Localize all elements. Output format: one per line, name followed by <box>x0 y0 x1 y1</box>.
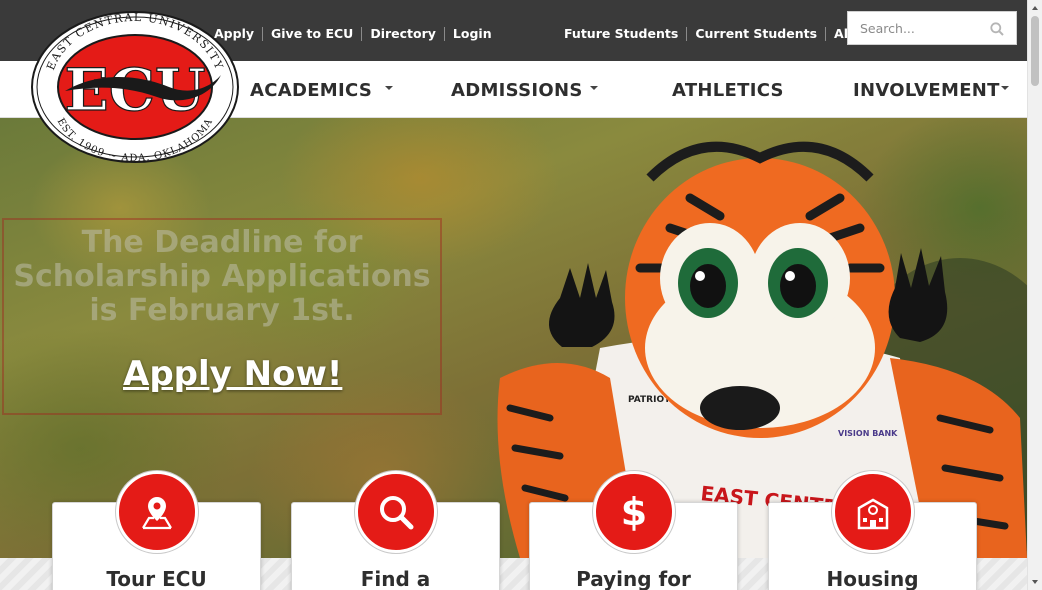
banner-line: The Deadline for <box>81 225 363 260</box>
card-housing[interactable]: Housing <box>768 471 977 590</box>
divider <box>686 26 688 41</box>
sponsor-text: VISION BANK <box>838 429 898 438</box>
chevron-down-icon[interactable] <box>590 86 598 90</box>
scholarship-deadline-banner: The Deadline for Scholarship Application… <box>0 226 444 328</box>
login-link[interactable]: Login <box>453 26 492 41</box>
page-scrollbar[interactable] <box>1027 0 1042 590</box>
card-label: Tour ECU <box>106 567 207 590</box>
current-students-link[interactable]: Current Students <box>695 26 817 41</box>
building-icon <box>832 471 914 553</box>
future-students-link[interactable]: Future Students <box>564 26 678 41</box>
svg-text:$: $ <box>621 492 647 532</box>
give-to-ecu-link[interactable]: Give to ECU <box>271 26 353 41</box>
map-pin-icon <box>116 471 198 553</box>
search-icon[interactable] <box>990 21 1004 40</box>
banner-line: is February 1st. <box>89 293 355 328</box>
divider <box>361 26 363 41</box>
card-label: Housing <box>826 567 919 590</box>
nav-athletics[interactable]: ATHLETICS <box>672 80 784 101</box>
ecu-logo[interactable]: EAST CENTRAL UNIVERSITY EST. 1909 ~ ADA,… <box>29 9 241 165</box>
card-paying-for[interactable]: $ Paying for <box>529 471 738 590</box>
apply-now-button[interactable]: Apply Now! <box>123 354 342 394</box>
search-input[interactable] <box>848 12 978 44</box>
card-find[interactable]: Find a <box>291 471 500 590</box>
card-label: Find a <box>360 567 431 590</box>
nav-admissions[interactable]: ADMISSIONS <box>451 80 583 101</box>
scroll-up-icon[interactable] <box>1032 6 1038 10</box>
card-label: Paying for <box>576 567 691 590</box>
chevron-down-icon[interactable] <box>1001 86 1009 90</box>
search-icon <box>355 471 437 553</box>
divider <box>443 26 445 41</box>
card-tour-ecu[interactable]: Tour ECU <box>52 471 261 590</box>
scroll-thumb[interactable] <box>1031 16 1039 86</box>
nav-academics[interactable]: ACADEMICS <box>250 80 372 101</box>
search-box <box>847 11 1017 45</box>
banner-line: Scholarship Applications <box>13 259 431 294</box>
scroll-down-icon[interactable] <box>1032 580 1038 584</box>
utility-links-left: Apply Give to ECU Directory Login <box>214 26 492 41</box>
divider <box>262 26 264 41</box>
chevron-down-icon[interactable] <box>385 86 393 90</box>
nav-involvement[interactable]: INVOLVEMENT <box>853 80 1000 101</box>
directory-link[interactable]: Directory <box>370 26 436 41</box>
divider <box>825 26 827 41</box>
dollar-icon: $ <box>593 471 675 553</box>
